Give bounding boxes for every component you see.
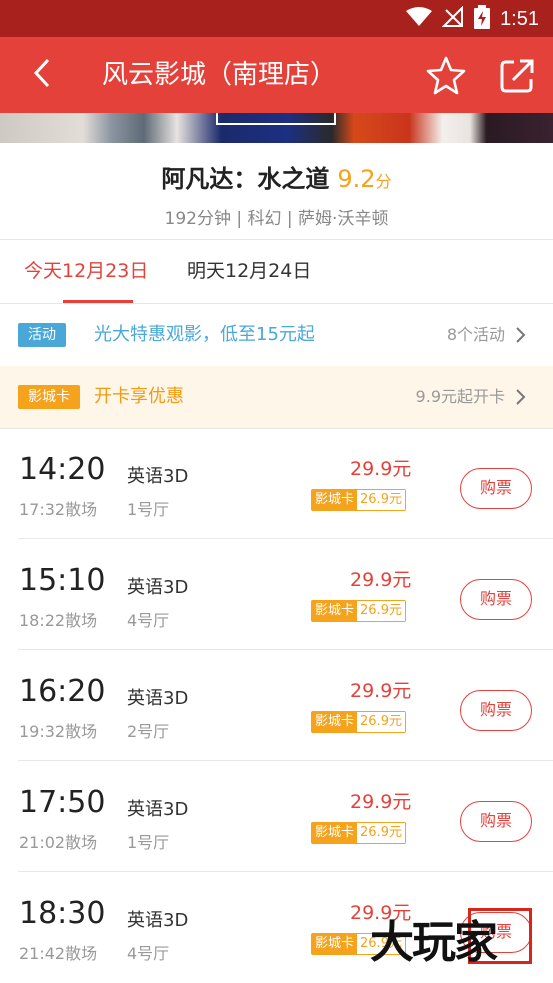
selected-poster-frame [216,113,336,125]
showtime-language: 英语3D [127,466,189,487]
activity-row[interactable]: 活动 光大特惠观影，低至15元起 8个活动 [0,304,553,366]
member-card-tag: 影城卡 [18,385,80,409]
back-button[interactable] [22,55,62,95]
share-button[interactable] [498,55,538,95]
movie-score-unit: 分 [375,172,392,191]
showtime-language: 英语3D [127,577,189,598]
card-price-badge: 影城卡 26.9元 [311,489,406,511]
showtime-hall: 4号厅 [127,944,170,963]
showtime-end: 19:32散场 [19,722,98,741]
tab-today-label: 今天12月23日 [24,260,149,282]
watermark-logo: 大玩家 [370,906,535,968]
chevron-left-icon [32,58,52,92]
date-tabs: 今天12月23日 明天12月24日 [0,240,553,304]
status-bar: 1:51 [0,0,553,37]
wifi-icon [406,7,433,31]
card-price-label: 影城卡 [312,823,358,843]
tab-today[interactable]: 今天12月23日 [24,240,172,304]
watermark-text: 大玩家 [370,917,498,968]
buy-ticket-button[interactable]: 购票 [460,801,532,842]
showtime-row: 17:50 21:02散场 英语3D 1号厅 29.9元 影城卡 26.9元 购票 [0,761,553,872]
showtime-end: 17:32散场 [19,500,98,519]
card-price-badge: 影城卡 26.9元 [311,822,406,844]
member-card-row[interactable]: 影城卡 开卡享优惠 9.9元起开卡 [0,366,553,428]
battery-charging-icon [474,5,491,33]
card-price-label: 影城卡 [312,601,358,621]
no-signal-icon [441,5,464,32]
star-outline-icon [426,56,466,99]
showtime-start: 17:50 [19,785,106,820]
card-price-value: 26.9元 [357,712,405,732]
member-card-text: 开卡享优惠 [94,386,184,407]
card-price-label: 影城卡 [312,490,358,510]
page-title: 风云影城（南理店） [102,60,337,90]
showtime-language: 英语3D [127,799,189,820]
chevron-right-icon [511,387,531,407]
showtime-language: 英语3D [127,910,189,931]
poster-carousel[interactable] [0,113,553,143]
status-icons: 1:51 [406,5,539,33]
showtime-price: 29.9元 [350,680,412,702]
showtime-hall: 1号厅 [127,833,170,852]
movie-title-line: 阿凡达：水之道 9.2分 [0,159,553,194]
card-price-value: 26.9元 [357,823,405,843]
card-price-badge: 影城卡 26.9元 [311,711,406,733]
favorite-button[interactable] [426,55,466,95]
header-bar: 风云影城（南理店） [0,37,553,113]
showtime-price: 29.9元 [350,791,412,813]
movie-info: 阿凡达：水之道 9.2分 192分钟 | 科幻 | 萨姆·沃辛顿 [0,143,553,239]
buy-ticket-button[interactable]: 购票 [460,579,532,620]
showtime-price: 29.9元 [350,458,412,480]
buy-ticket-button[interactable]: 购票 [460,468,532,509]
tab-tomorrow-label: 明天12月24日 [187,260,312,282]
showtime-start: 14:20 [19,452,106,487]
showtime-language: 英语3D [127,688,189,709]
showtime-end: 21:02散场 [19,833,98,852]
card-price-value: 26.9元 [357,490,405,510]
showtime-hall: 2号厅 [127,722,170,741]
showtime-row: 16:20 19:32散场 英语3D 2号厅 29.9元 影城卡 26.9元 购票 [0,650,553,761]
showtime-row: 14:20 17:32散场 英语3D 1号厅 29.9元 影城卡 26.9元 购票 [0,428,553,539]
tab-tomorrow[interactable]: 明天12月24日 [187,240,337,304]
showtime-price: 29.9元 [350,569,412,591]
share-icon [498,59,538,99]
activity-text: 光大特惠观影，低至15元起 [94,324,315,345]
showtime-start: 15:10 [19,563,106,598]
showtime-end: 18:22散场 [19,611,98,630]
buy-ticket-button[interactable]: 购票 [460,690,532,731]
showtime-hall: 4号厅 [127,611,170,630]
status-time: 1:51 [500,7,539,30]
card-price-label: 影城卡 [312,934,358,954]
activity-count: 8个活动 [446,325,505,344]
movie-meta: 192分钟 | 科幻 | 萨姆·沃辛顿 [164,209,389,229]
showtime-row: 15:10 18:22散场 英语3D 4号厅 29.9元 影城卡 26.9元 购票 [0,539,553,650]
chevron-right-icon [511,325,531,345]
showtime-start: 16:20 [19,674,106,709]
card-price-value: 26.9元 [357,601,405,621]
activity-tag: 活动 [18,323,66,347]
member-card-price: 9.9元起开卡 [415,387,505,406]
card-price-badge: 影城卡 26.9元 [311,600,406,622]
showtime-hall: 1号厅 [127,500,170,519]
movie-score: 9.2 [337,165,376,193]
showtime-start: 18:30 [19,896,106,931]
showtime-end: 21:42散场 [19,944,98,963]
card-price-label: 影城卡 [312,712,358,732]
movie-title: 阿凡达：水之道 [161,165,330,193]
